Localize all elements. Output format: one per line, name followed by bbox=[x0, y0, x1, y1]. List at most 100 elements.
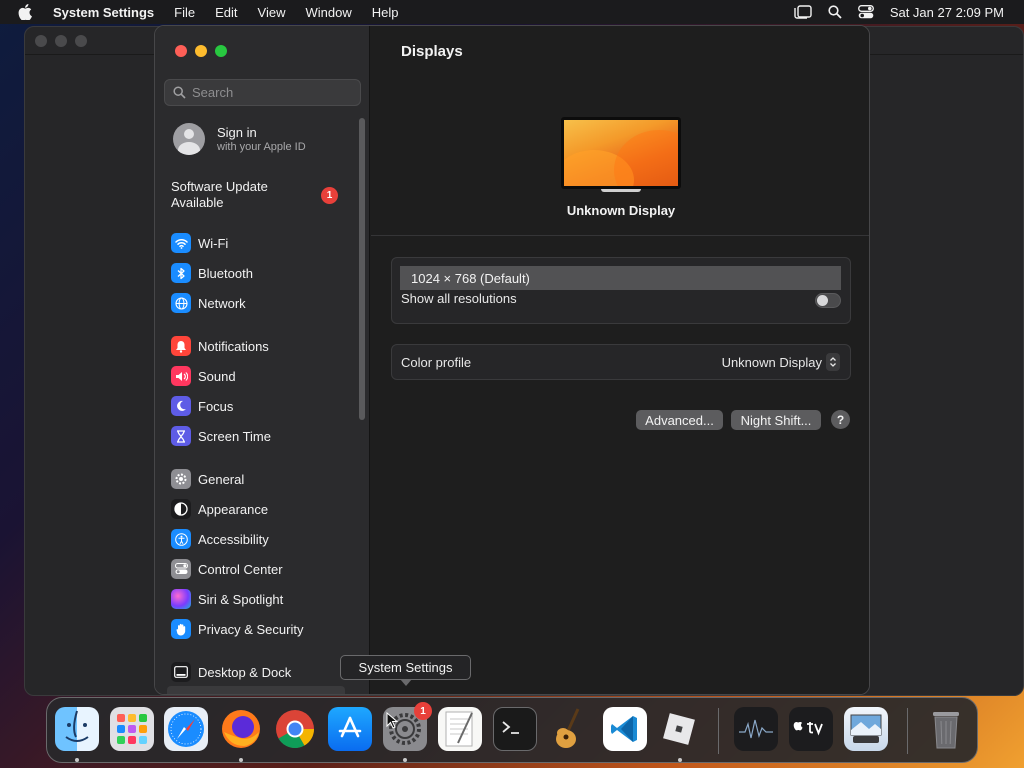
sidebar-item-label: Network bbox=[198, 295, 246, 311]
sign-in-title: Sign in bbox=[217, 125, 257, 140]
window-close-dot[interactable] bbox=[35, 35, 47, 47]
software-update-item[interactable]: Software Update Available bbox=[171, 179, 311, 211]
show-all-resolutions-toggle[interactable] bbox=[815, 293, 841, 308]
monitor-icon[interactable] bbox=[561, 117, 681, 189]
sidebar-next-item bbox=[167, 686, 345, 694]
finder-icon[interactable] bbox=[55, 707, 99, 751]
resolution-panel: 1024 × 768 (Default) Show all resolution… bbox=[391, 257, 851, 324]
window-controls bbox=[175, 45, 227, 57]
running-indicator bbox=[678, 758, 682, 762]
tooltip-arrow bbox=[400, 679, 412, 686]
minimize-button[interactable] bbox=[195, 45, 207, 57]
accessibility-icon bbox=[171, 529, 191, 549]
advanced-button[interactable]: Advanced... bbox=[636, 410, 723, 430]
menu-file[interactable]: File bbox=[174, 5, 195, 20]
sidebar-item-label: Wi-Fi bbox=[198, 235, 229, 251]
apple-menu-icon[interactable] bbox=[18, 4, 36, 20]
dock-separator bbox=[718, 708, 719, 754]
roblox-icon[interactable] bbox=[657, 707, 701, 751]
sidebar-scrollbar[interactable] bbox=[359, 118, 365, 420]
menu-help[interactable]: Help bbox=[372, 5, 399, 20]
color-profile-select[interactable]: Unknown Display bbox=[722, 353, 840, 371]
preview-icon[interactable] bbox=[844, 707, 888, 751]
zoom-button[interactable] bbox=[215, 45, 227, 57]
sidebar-item-privacy-security[interactable]: Privacy & Security bbox=[171, 618, 303, 640]
search-icon[interactable] bbox=[828, 5, 842, 19]
siri-icon bbox=[171, 589, 191, 609]
speaker-icon bbox=[171, 366, 191, 386]
show-all-resolutions-label: Show all resolutions bbox=[401, 291, 517, 306]
firefox-icon[interactable] bbox=[219, 707, 263, 751]
wifi-icon bbox=[171, 233, 191, 253]
sign-in-item[interactable]: Sign in with your Apple ID bbox=[173, 123, 306, 155]
dock-separator bbox=[907, 708, 908, 754]
chrome-icon[interactable] bbox=[273, 707, 317, 751]
sidebar-item-label: Control Center bbox=[198, 561, 283, 577]
menu-window[interactable]: Window bbox=[305, 5, 351, 20]
sidebar-item-label: Bluetooth bbox=[198, 265, 253, 281]
sidebar-item-bluetooth[interactable]: Bluetooth bbox=[171, 262, 253, 284]
displays-pane: Displays Unknown Display 1024 × 768 (Def… bbox=[371, 26, 869, 694]
sidebar-item-accessibility[interactable]: Accessibility bbox=[171, 528, 269, 550]
sidebar-item-network[interactable]: Network bbox=[171, 292, 246, 314]
control-center-icon[interactable] bbox=[857, 5, 874, 19]
sidebar-item-general[interactable]: General bbox=[171, 468, 244, 490]
divider bbox=[371, 235, 869, 236]
guitar-icon[interactable] bbox=[548, 707, 592, 751]
sidebar-item-desktop-dock[interactable]: Desktop & Dock bbox=[171, 661, 291, 683]
stage-manager-icon[interactable] bbox=[794, 5, 812, 19]
window-minimize-dot[interactable] bbox=[55, 35, 67, 47]
terminal-icon[interactable] bbox=[493, 707, 537, 751]
dock-icon bbox=[171, 662, 191, 682]
settings-window: Search Sign in with your Apple ID Softwa… bbox=[154, 25, 870, 695]
gear-icon bbox=[171, 469, 191, 489]
sign-in-subtitle: with your Apple ID bbox=[217, 141, 306, 153]
night-shift-button[interactable]: Night Shift... bbox=[731, 410, 821, 430]
safari-icon[interactable] bbox=[164, 707, 208, 751]
sidebar-item-label: General bbox=[198, 471, 245, 487]
vscode-icon[interactable] bbox=[603, 707, 647, 751]
close-button[interactable] bbox=[175, 45, 187, 57]
textedit-icon[interactable] bbox=[438, 707, 482, 751]
sidebar-item-label: Accessibility bbox=[198, 531, 269, 547]
activity-monitor-icon[interactable] bbox=[734, 707, 778, 751]
resolution-option[interactable]: 1024 × 768 (Default) bbox=[400, 266, 841, 290]
sidebar-item-label: Appearance bbox=[198, 501, 269, 517]
bell-icon bbox=[171, 336, 191, 356]
sidebar-item-focus[interactable]: Focus bbox=[171, 395, 233, 417]
sidebar-item-wifi[interactable]: Wi-Fi bbox=[171, 232, 228, 254]
sidebar-item-label: Sound bbox=[198, 368, 236, 384]
background-window-controls bbox=[35, 35, 87, 47]
sidebar-item-label: Screen Time bbox=[198, 428, 271, 444]
sidebar-item-label: Desktop & Dock bbox=[198, 664, 292, 680]
menu-view[interactable]: View bbox=[258, 5, 286, 20]
sidebar-item-notifications[interactable]: Notifications bbox=[171, 335, 269, 357]
menu-clock[interactable]: Sat Jan 27 2:09 PM bbox=[890, 5, 1004, 20]
app-store-icon[interactable] bbox=[328, 707, 372, 751]
window-zoom-dot[interactable] bbox=[75, 35, 87, 47]
mouse-cursor-icon bbox=[386, 711, 399, 735]
sidebar-item-appearance[interactable]: Appearance bbox=[171, 498, 268, 520]
color-profile-value: Unknown Display bbox=[721, 354, 822, 370]
sidebar-item-label: Siri & Spotlight bbox=[198, 591, 284, 607]
menu-edit[interactable]: Edit bbox=[215, 5, 237, 20]
trash-icon[interactable] bbox=[924, 707, 968, 751]
apple-tv-icon[interactable] bbox=[789, 707, 833, 751]
help-button[interactable]: ? bbox=[831, 410, 850, 429]
sidebar-item-siri-spotlight[interactable]: Siri & Spotlight bbox=[171, 588, 283, 610]
sidebar-item-label: Notifications bbox=[198, 338, 269, 354]
menu-app-name[interactable]: System Settings bbox=[53, 5, 154, 20]
display-name: Unknown Display bbox=[566, 203, 676, 218]
sidebar-item-screen-time[interactable]: Screen Time bbox=[171, 425, 271, 447]
search-icon bbox=[173, 86, 186, 99]
appearance-icon bbox=[171, 499, 191, 519]
running-indicator bbox=[239, 758, 243, 762]
sidebar-item-control-center[interactable]: Control Center bbox=[171, 558, 283, 580]
search-placeholder: Search bbox=[192, 85, 234, 100]
sidebar-item-sound[interactable]: Sound bbox=[171, 365, 236, 387]
launchpad-icon[interactable] bbox=[110, 707, 154, 751]
search-field[interactable]: Search bbox=[164, 79, 361, 106]
chevron-up-down-icon bbox=[826, 353, 840, 371]
hourglass-icon bbox=[171, 426, 191, 446]
sidebar: Search Sign in with your Apple ID Softwa… bbox=[155, 26, 370, 694]
